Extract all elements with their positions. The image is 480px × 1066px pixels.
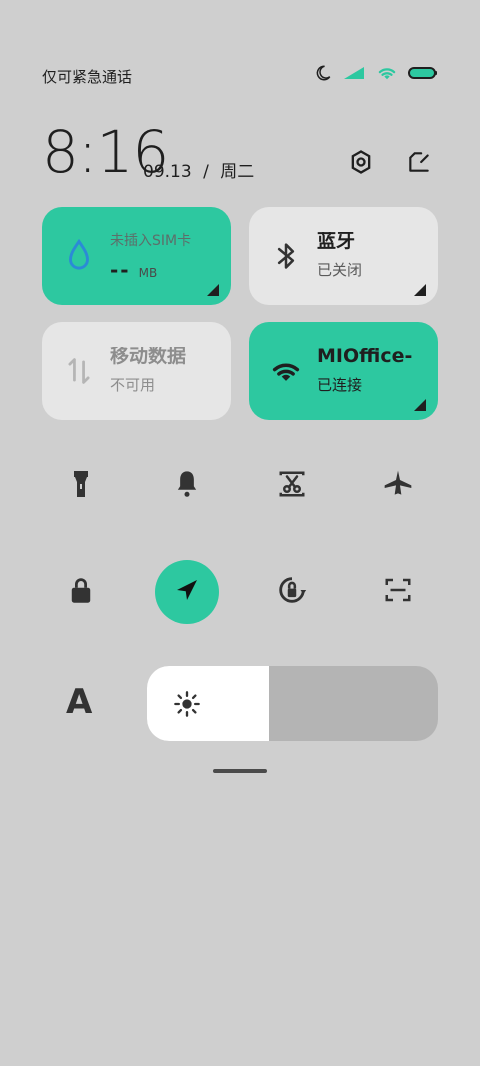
weekday: 周二 — [220, 162, 255, 182]
tile-mobile-data-sub: 不可用 — [110, 376, 156, 394]
data-arrows-icon — [58, 350, 100, 392]
airplane-icon — [382, 468, 414, 504]
toggle-location[interactable] — [155, 560, 219, 624]
scan-icon — [383, 575, 413, 609]
water-drop-icon — [58, 235, 100, 277]
tile-wifi-label: MIOffice- — [317, 347, 413, 366]
flashlight-icon — [68, 468, 94, 504]
toggle-flashlight[interactable] — [49, 454, 113, 518]
tile-mobile-data[interactable]: 移动数据 不可用 — [42, 322, 231, 420]
tile-sim[interactable]: 未插入SIM卡 -- MB — [42, 207, 231, 305]
tile-mobile-data-label: 移动数据 — [110, 347, 187, 366]
date-line: 09.13 / 周二 — [143, 157, 254, 182]
corner-indicator — [414, 281, 426, 296]
status-icons — [314, 64, 438, 82]
tile-wifi-sub: 已连接 — [317, 376, 363, 394]
toggle-airplane[interactable] — [366, 454, 430, 518]
toggle-rotation-lock[interactable] — [260, 560, 324, 624]
brightness-slider[interactable] — [147, 666, 438, 741]
bluetooth-icon — [265, 235, 307, 277]
wifi-icon — [376, 65, 398, 81]
tile-sim-value: -- — [110, 258, 131, 282]
edit-icon — [406, 149, 432, 179]
bell-icon — [172, 468, 202, 504]
edit-button[interactable] — [402, 147, 436, 181]
auto-brightness-button[interactable]: A — [66, 682, 92, 722]
tile-sim-unit: MB — [138, 266, 158, 280]
corner-indicator — [414, 396, 426, 411]
brightness-icon — [173, 690, 201, 718]
date-separator: / — [203, 162, 209, 182]
header-actions — [344, 147, 436, 181]
date: 09.13 — [143, 162, 192, 182]
tile-bluetooth[interactable]: 蓝牙 已关闭 — [249, 207, 438, 305]
lock-icon — [67, 575, 95, 609]
tile-bluetooth-label: 蓝牙 — [317, 232, 356, 251]
moon-icon — [314, 64, 332, 82]
status-text: 仅可紧急通话 — [42, 68, 133, 86]
battery-icon — [408, 66, 438, 80]
toggle-screenshot[interactable] — [260, 454, 324, 518]
location-arrow-icon — [172, 575, 202, 609]
tile-wifi[interactable]: MIOffice- 已连接 — [249, 322, 438, 420]
home-indicator — [213, 769, 267, 773]
toggle-scan[interactable] — [366, 560, 430, 624]
scissors-icon — [277, 469, 307, 503]
tile-bluetooth-sub: 已关闭 — [317, 261, 363, 279]
settings-button[interactable] — [344, 147, 378, 181]
signal-icon — [342, 65, 366, 81]
brightness-fill — [147, 666, 270, 741]
rotate-lock-icon — [275, 573, 309, 611]
wifi-icon — [265, 350, 307, 392]
toggle-lock[interactable] — [49, 560, 113, 624]
tile-sim-label: 未插入SIM卡 — [110, 233, 192, 249]
toggle-bell[interactable] — [155, 454, 219, 518]
settings-icon — [347, 148, 375, 180]
corner-indicator — [207, 281, 219, 296]
